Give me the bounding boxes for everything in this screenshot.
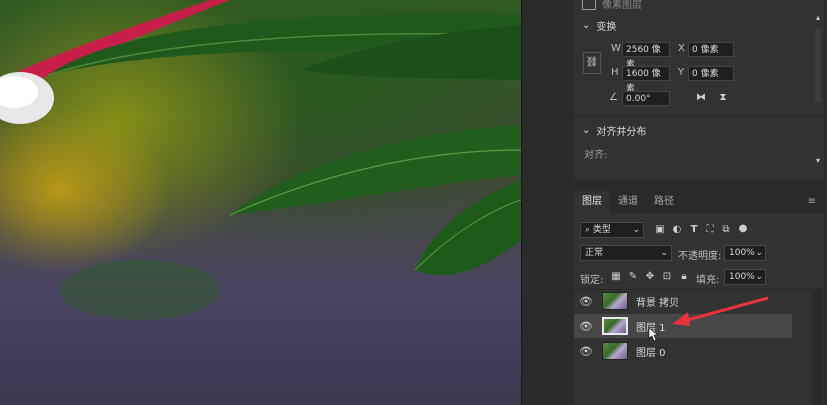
layers-tabs: 图层 通道 路径 ≡ [574,191,824,213]
pixel-layer-label: 像素图层 [602,0,642,11]
flip-vertical-icon[interactable]: ⧗ [717,92,729,104]
tab-paths[interactable]: 路径 [646,191,682,213]
filter-toggle-icon[interactable]: ● [737,223,749,235]
x-label: X [678,43,685,54]
shape-filter-icon[interactable]: ⛶ [704,224,716,236]
chevron-down-icon: ⌄ [755,272,763,282]
layer-thumbnail [602,342,628,360]
opacity-field[interactable]: 100% ⌄ [724,245,766,261]
layer-row-layer-0[interactable]: 👁︎ 图层 0 [574,339,792,363]
align-section-header[interactable]: ⌄ 对齐并分布 [582,123,646,138]
tab-channels[interactable]: 通道 [610,191,646,213]
search-icon: ⌕ [585,225,591,235]
blend-mode-select[interactable]: 正常 ⌄ [580,245,672,261]
layer-name[interactable]: 图层 0 [636,344,666,359]
transform-section-header[interactable]: ⌄ 变换 [582,18,616,33]
layer-row-layer-1[interactable]: 👁︎ 图层 1 [574,314,792,338]
lock-position-icon[interactable]: ✥ [644,271,656,283]
filter-kind-label: 类型 [592,225,611,235]
leaf-photo [0,0,521,320]
layer-row-background-copy[interactable]: 👁︎ 背景 拷贝 [574,289,792,313]
width-label: W [611,43,621,54]
chevron-down-icon: ⌄ [660,248,668,258]
chevron-down-icon: ⌄ [582,20,591,31]
x-field[interactable]: 0 像素 [688,42,734,57]
layer-name[interactable]: 背景 拷贝 [636,294,679,309]
align-label: 对齐: [584,150,608,161]
fill-value: 100% [729,272,755,282]
layers-scrollbar[interactable] [812,289,822,405]
layer-thumbnail [602,292,628,310]
pixel-layer-header: 像素图层 [582,0,642,11]
type-filter-icon[interactable]: T [688,224,700,236]
layer-name[interactable]: 图层 1 [636,319,666,334]
lock-all-icon[interactable]: 🔒︎ [678,271,690,283]
lock-artboard-icon[interactable]: ⊡ [661,271,673,283]
chevron-down-icon: ⌄ [755,248,763,258]
panel-menu-icon[interactable]: ≡ [800,191,824,213]
pixel-filter-icon[interactable]: ▣ [654,224,666,236]
opacity-value: 100% [729,248,755,258]
opacity-label: 不透明度: [678,251,722,262]
adjustment-filter-icon[interactable]: ◐ [671,224,683,236]
fill-field[interactable]: 100% ⌄ [724,269,766,285]
lock-transparent-icon[interactable]: ▦ [610,271,622,283]
tab-layers[interactable]: 图层 [574,191,610,213]
canvas-image [0,0,521,405]
fill-label: 填充: [696,275,720,286]
chevron-down-icon: ⌄ [582,125,591,136]
eye-icon[interactable]: 👁︎ [574,295,598,308]
eye-icon[interactable]: 👁︎ [574,320,598,333]
y-field[interactable]: 0 像素 [688,66,734,81]
eye-icon[interactable]: 👁︎ [574,345,598,358]
blend-mode-value: 正常 [585,248,604,258]
smart-object-filter-icon[interactable]: ⧉ [720,224,732,236]
height-field[interactable]: 1600 像素 [622,66,670,94]
lock-label: 锁定: [580,275,604,286]
y-label: Y [678,67,685,78]
scroll-down-icon[interactable]: ▾ [812,155,824,167]
divider [574,115,824,116]
right-panel: 像素图层 ⌄ 变换 ⛓ W 2560 像素 X 0 像素 H 1600 像素 Y… [521,0,827,405]
align-title: 对齐并分布 [596,127,647,138]
filter-kind-select[interactable]: ⌕ 类型 ⌄ [580,222,644,238]
angle-field[interactable]: 0.00° [622,91,670,106]
height-label: H [611,67,619,78]
layer-thumbnail [602,317,628,335]
flip-horizontal-icon[interactable]: ⧓ [695,92,707,104]
lock-image-icon[interactable]: ✎ [627,271,639,283]
transform-title: 变换 [596,22,617,33]
angle-icon: ∠ [609,92,618,103]
layers-panel: 图层 通道 路径 ≡ ⌕ 类型 ⌄ ▣ ◐ T ⛶ ⧉ ● 正常 ⌄ 不透明度:… [574,191,824,405]
properties-panel: 像素图层 ⌄ 变换 ⛓ W 2560 像素 X 0 像素 H 1600 像素 Y… [574,0,824,180]
width-field[interactable]: 2560 像素 [622,42,670,70]
pixel-layer-icon [582,0,596,10]
scroll-up-icon[interactable]: ▴ [812,12,824,24]
link-dimensions-icon[interactable]: ⛓ [583,52,601,74]
chevron-down-icon: ⌄ [632,225,640,235]
properties-scrollbar[interactable] [815,28,821,102]
